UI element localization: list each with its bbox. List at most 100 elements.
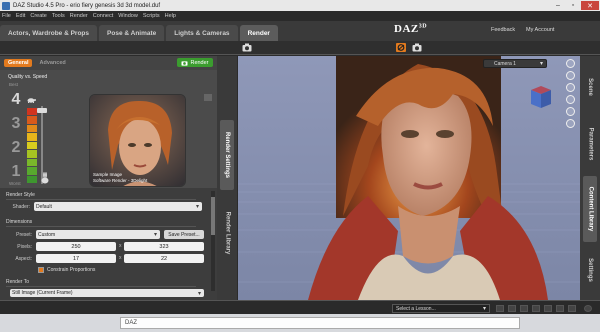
constrain-proportions-label: Constrain Proportions [47,267,96,273]
quality-meter-segment [27,124,37,133]
tab-render-library[interactable]: Render Library [220,198,234,268]
tab-render-settings[interactable]: Render Settings [220,120,234,190]
daz3d-logo: DAZ3D [394,23,427,35]
lesson-select-label: Select a Lesson... [396,305,436,312]
render-style-section: Render Style [6,192,196,200]
save-preset-button[interactable]: Save Preset... [164,230,204,239]
tab-scene[interactable]: Scene [583,64,597,110]
menu-edit[interactable]: Edit [16,13,25,19]
quality-level-2: 2 [11,139,21,156]
menu-bar: File Edit Create Tools Render Connect Wi… [0,11,600,21]
sample-render-preview: Sample Image Software Render - 3Delight [89,94,186,187]
menu-help[interactable]: Help [165,13,176,19]
camera-select-label: Camera 1 [494,60,516,67]
lesson-select[interactable]: Select a Lesson... [392,304,490,313]
quality-speed-label: Quality vs. Speed [8,74,48,80]
tab-actors-wardrobe-props[interactable]: Actors, Wardrobe & Props [0,25,98,41]
render-button[interactable]: Render [177,58,213,67]
settings-scrollbar[interactable] [211,191,215,291]
quality-meter-segment [27,175,37,183]
pan-icon[interactable] [566,71,575,80]
lesson-help-icon[interactable] [584,305,592,312]
render-settings-icon[interactable] [396,43,406,52]
dimensions-section: Dimensions [6,219,197,227]
app-icon [2,1,10,10]
my-account-link[interactable]: My Account [526,27,554,33]
tab-general[interactable]: General [4,59,33,67]
toolbar [0,41,600,55]
constrain-proportions-checkbox[interactable] [38,267,44,273]
minimize-button[interactable]: – [551,1,565,10]
tab-advanced[interactable]: Advanced [35,59,69,67]
quality-level-3: 3 [11,115,21,132]
tab-settings[interactable]: Settings [583,246,597,294]
logo-accent: 3D [418,23,428,30]
worst-label: Worst [9,181,21,186]
tab-pose-animate[interactable]: Pose & Animate [99,25,165,41]
reset-view-icon[interactable] [566,107,575,116]
lesson-page-2[interactable] [520,305,528,312]
taskbar-item[interactable]: DAZ [120,317,520,329]
shader-label: Shader: [12,204,30,210]
camera-select[interactable]: Camera 1 [483,59,547,68]
menu-file[interactable]: File [2,13,11,19]
render-camera-icon[interactable] [412,43,422,52]
render-settings-form: Render Style Shader: Default Dimensions … [0,188,217,300]
tab-settings-label: Settings [587,258,594,282]
pixels-label: Pixels: [17,244,32,250]
tab-render-settings-label: Render Settings [224,131,231,179]
lesson-next-button[interactable] [568,305,576,312]
rotate-view-icon[interactable] [566,119,575,128]
quality-meter-segment [27,116,37,124]
preview-caption-line2: Software Render - 3Delight [93,177,148,183]
menu-tools[interactable]: Tools [52,13,65,19]
lesson-page-4[interactable] [544,305,552,312]
pixels-width-input[interactable]: 250 [36,242,116,251]
menu-create[interactable]: Create [30,13,47,19]
maximize-button[interactable]: ▫ [566,1,580,10]
lesson-bar: Select a Lesson... [0,300,600,314]
lesson-prev-button[interactable] [496,305,504,312]
camera-icon[interactable] [242,43,252,52]
tab-lights-cameras[interactable]: Lights & Cameras [166,25,238,41]
preset-select[interactable]: Custom [36,230,160,239]
turtle-icon [27,98,36,103]
lesson-page-5[interactable] [556,305,564,312]
lesson-page-1[interactable] [508,305,516,312]
shader-select[interactable]: Default [34,202,202,211]
aspect-separator: x [119,255,122,261]
pixels-height-input[interactable]: 323 [124,242,204,251]
render-button-icon [181,60,188,66]
quality-meter-segment [27,108,37,116]
menu-window[interactable]: Window [118,13,138,19]
viewport[interactable]: Camera 1 [238,56,580,300]
tab-parameters[interactable]: Parameters [583,116,597,172]
close-button[interactable]: ✕ [581,1,599,10]
quality-speed-panel: Quality vs. Speed Best 4 3 2 1 Worst Sam… [0,70,217,188]
viewport-controls [566,59,578,131]
aspect-width-input[interactable]: 17 [36,254,116,263]
menu-render[interactable]: Render [70,13,88,19]
pane-options-icon[interactable] [204,94,212,101]
zoom-icon[interactable] [566,83,575,92]
frame-icon[interactable] [566,95,575,104]
pixels-separator: x [119,243,122,249]
aspect-height-input[interactable]: 22 [124,254,204,263]
tab-render[interactable]: Render [239,25,278,41]
quality-meter-segment [27,158,37,167]
settings-scrollbar-thumb[interactable] [211,197,215,235]
tab-content-library[interactable]: Content Library [583,176,597,242]
render-to-select[interactable]: Still Image (Current Frame) [10,289,204,297]
best-label: Best [9,82,19,87]
orbit-icon[interactable] [566,59,575,68]
feedback-link[interactable]: Feedback [491,27,515,33]
render-settings-pane: General Advanced Render Quality vs. Spee… [0,56,217,300]
menu-connect[interactable]: Connect [93,13,114,19]
menu-scripts[interactable]: Scripts [143,13,160,19]
view-cube-icon[interactable] [527,84,555,110]
room-tabs: Actors, Wardrobe & Props Pose & Animate … [0,21,600,41]
quality-slider-handle[interactable] [37,108,47,113]
os-taskbar: DAZ [0,314,600,332]
quality-meter-segment [27,141,37,150]
lesson-page-3[interactable] [532,305,540,312]
